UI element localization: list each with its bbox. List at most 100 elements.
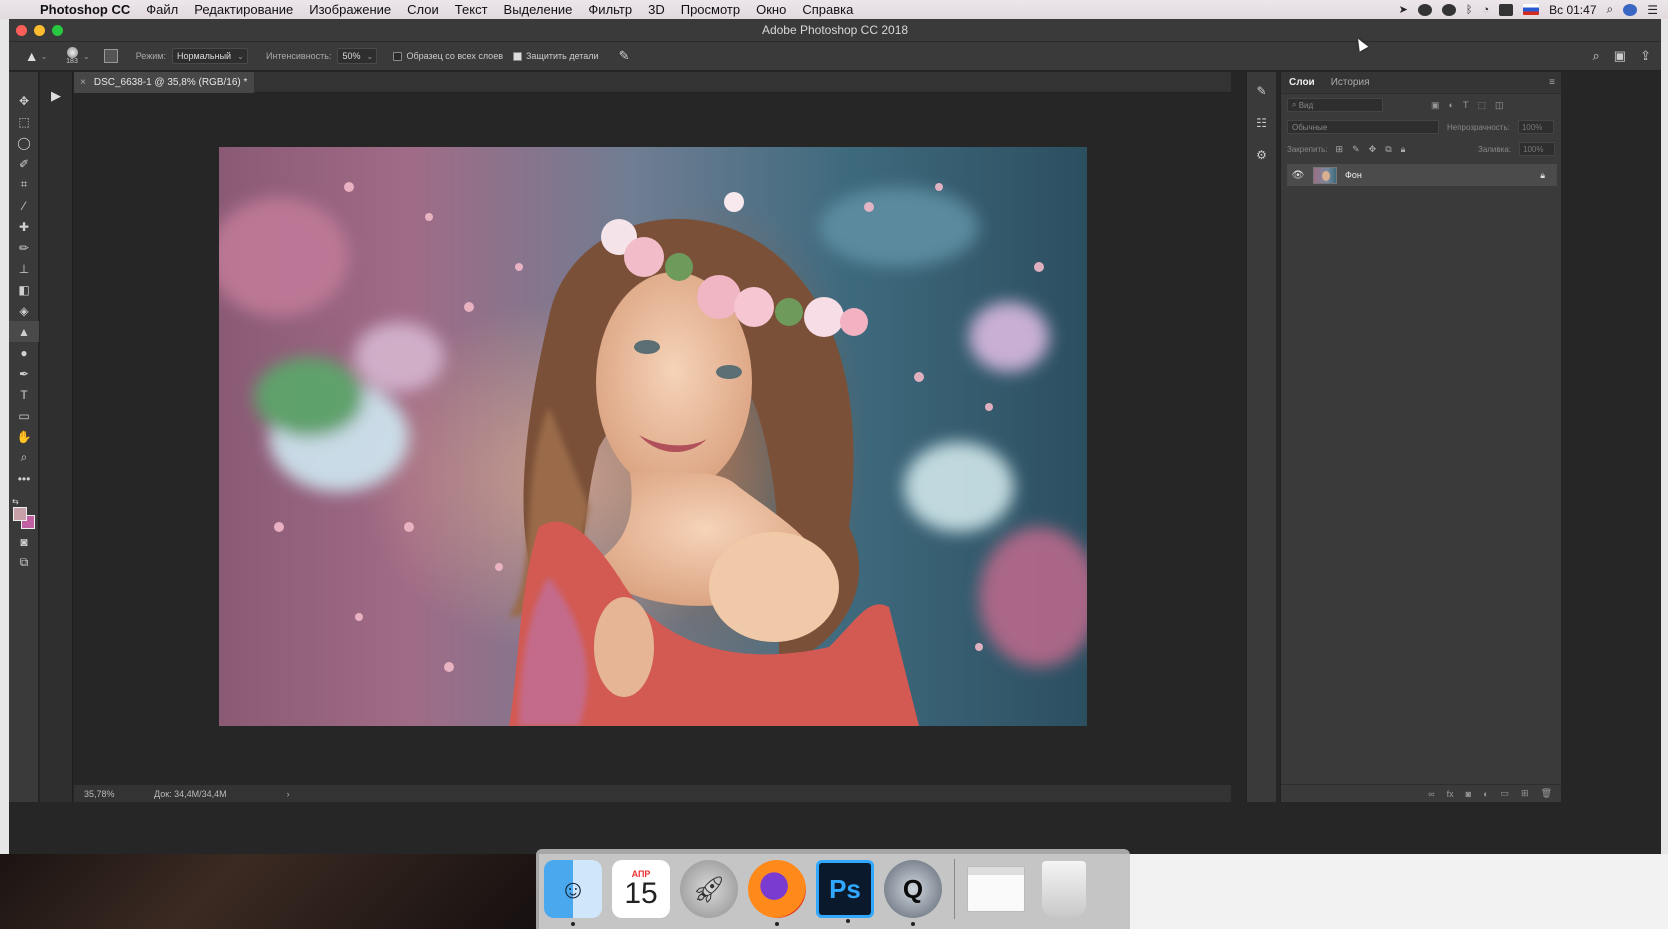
new-group-icon[interactable]: ▭	[1501, 788, 1510, 799]
layer-lock-icon[interactable]: 🔒︎	[1540, 170, 1545, 181]
filter-pixel-icon[interactable]: ▣	[1431, 100, 1440, 111]
search-icon[interactable]: ⌕	[1593, 48, 1600, 64]
quick-mask-icon[interactable]: ◙	[9, 531, 39, 552]
lock-transparent-icon[interactable]: ⊞	[1336, 144, 1344, 155]
rectangle-tool-icon[interactable]: ▭	[9, 405, 39, 426]
zoom-level[interactable]: 35,78%	[84, 789, 154, 799]
properties-panel-icon[interactable]: ⚙	[1247, 142, 1276, 168]
healing-brush-tool-icon[interactable]: ✚	[9, 216, 39, 237]
input-language-flag-icon[interactable]	[1523, 4, 1540, 15]
move-tool-icon[interactable]: ✥	[9, 90, 39, 111]
spotlight-search-icon[interactable]: ⌕	[1607, 2, 1614, 17]
lock-artboard-icon[interactable]: ⧉	[1385, 144, 1391, 155]
pressure-icon[interactable]: ✎	[619, 48, 630, 64]
sample-all-layers-checkbox[interactable]: Образец со всех слоев	[393, 51, 503, 61]
menu-window[interactable]: Окно	[748, 2, 794, 17]
new-adjustment-layer-icon[interactable]: ◐	[1483, 789, 1488, 799]
menu-layers[interactable]: Слои	[399, 2, 447, 17]
visibility-eye-icon[interactable]: 👁︎	[1287, 170, 1309, 181]
brush-tool-icon[interactable]: ✏	[9, 237, 39, 258]
airplay-icon[interactable]	[1499, 3, 1514, 16]
clone-stamp-tool-icon[interactable]: ⊥	[9, 258, 39, 279]
layer-kind-filter[interactable]: ⌕ Вид	[1287, 98, 1383, 112]
notification-center-icon[interactable]: ☰	[1647, 3, 1658, 17]
screen-mode-icon[interactable]: ⧉	[9, 552, 39, 573]
canvas-area[interactable]	[74, 93, 1231, 785]
close-window-button[interactable]	[16, 25, 27, 36]
lock-all-icon[interactable]: 🔒︎	[1401, 144, 1406, 155]
filter-type-icon[interactable]: T	[1463, 100, 1469, 111]
brush-settings-toggle-icon[interactable]	[103, 49, 118, 63]
status-menu-chevron-icon[interactable]: ›	[287, 789, 290, 799]
adjustments-panel-icon[interactable]: ☷	[1247, 110, 1276, 136]
document-tab[interactable]: × DSC_6638-1 @ 35,8% (RGB/16) *	[74, 72, 254, 93]
delete-layer-icon[interactable]: 🗑︎	[1541, 788, 1552, 799]
zoom-tool-icon[interactable]: ⌕	[9, 447, 39, 468]
document-info[interactable]: Док: 34,4M/34,4M	[154, 789, 227, 799]
filter-smart-object-icon[interactable]: ◫	[1495, 100, 1504, 111]
menu-file[interactable]: Файл	[138, 2, 186, 17]
sharpen-tool-icon[interactable]: ▲	[9, 321, 39, 342]
quicktime-icon[interactable]: Q	[884, 860, 942, 926]
protect-detail-checkbox[interactable]: Защитить детали	[512, 51, 599, 61]
trash-icon[interactable]	[1035, 860, 1093, 918]
menu-edit[interactable]: Редактирование	[186, 2, 301, 17]
intensity-select[interactable]: 50% ⌄	[337, 48, 378, 64]
photoshop-dock-icon[interactable]: Ps	[816, 860, 874, 923]
calendar-icon[interactable]: АПР 15	[612, 860, 670, 918]
menu-image[interactable]: Изображение	[301, 2, 399, 17]
document-photo[interactable]	[219, 147, 1087, 726]
wifi-icon[interactable]: ◔	[1482, 4, 1489, 16]
paint-bucket-tool-icon[interactable]: ◈	[9, 300, 39, 321]
menu-view[interactable]: Просмотр	[673, 2, 748, 17]
lock-position-icon[interactable]: ✥	[1369, 144, 1377, 155]
eraser-tool-icon[interactable]: ◧	[9, 279, 39, 300]
workspace-icon[interactable]: ▣	[1614, 48, 1626, 64]
filter-shape-icon[interactable]: ⬚	[1477, 100, 1486, 111]
record-icon[interactable]	[1417, 3, 1432, 16]
menu-help[interactable]: Справка	[794, 2, 861, 17]
layer-style-fx-icon[interactable]: fx	[1447, 789, 1454, 799]
panel-menu-icon[interactable]: ≡	[1549, 77, 1555, 88]
creative-cloud-icon[interactable]	[1441, 3, 1456, 16]
dodge-tool-icon[interactable]: ●	[9, 342, 39, 363]
user-avatar-icon[interactable]	[1623, 3, 1638, 16]
blend-mode-select[interactable]: Обычные	[1287, 120, 1439, 134]
brush-picker-chevron-icon[interactable]: ⌄	[83, 52, 90, 61]
firefox-icon[interactable]	[748, 860, 806, 926]
layer-row[interactable]: 👁︎ Фон 🔒︎	[1287, 164, 1557, 186]
tab-layers[interactable]: Слои	[1281, 77, 1323, 88]
brush-preset-picker[interactable]: 183	[63, 47, 81, 65]
crop-tool-icon[interactable]: ⌗	[9, 174, 39, 195]
lasso-tool-icon[interactable]: ◯	[9, 132, 39, 153]
quick-selection-tool-icon[interactable]: ✐	[9, 153, 39, 174]
pen-tool-icon[interactable]: ✒	[9, 363, 39, 384]
lock-image-icon[interactable]: ✎	[1352, 144, 1360, 155]
clock[interactable]: Вс 01:47	[1549, 3, 1596, 17]
protect-detail-box[interactable]	[512, 51, 522, 61]
minimize-window-button[interactable]	[34, 25, 45, 36]
filter-adjustment-icon[interactable]: ◐	[1449, 100, 1454, 111]
menu-filter[interactable]: Фильтр	[580, 2, 640, 17]
menu-select[interactable]: Выделение	[496, 2, 581, 17]
finder-icon[interactable]: ☺	[544, 860, 602, 926]
hand-tool-icon[interactable]: ✋	[9, 426, 39, 447]
link-layers-icon[interactable]: ∞	[1428, 789, 1434, 799]
eyedropper-tool-icon[interactable]: ⁄	[9, 195, 39, 216]
sharpen-tool-preset-icon[interactable]: ▲ ⌄	[23, 46, 49, 66]
mode-select[interactable]: Нормальный ⌄	[171, 48, 248, 64]
location-icon[interactable]: ➤	[1399, 3, 1408, 16]
maximize-window-button[interactable]	[52, 25, 63, 36]
swap-colors-icon[interactable]: ⇆	[12, 497, 19, 506]
minimized-window-preview[interactable]	[967, 860, 1025, 918]
add-mask-icon[interactable]: ◙	[1466, 789, 1471, 799]
opacity-input[interactable]: 100%	[1517, 120, 1554, 134]
type-tool-icon[interactable]: T	[9, 384, 39, 405]
close-tab-icon[interactable]: ×	[80, 77, 86, 88]
sample-all-layers-box[interactable]	[393, 51, 403, 61]
fill-input[interactable]: 100%	[1519, 142, 1555, 156]
new-layer-icon[interactable]: ⊞	[1521, 788, 1529, 799]
more-tools-icon[interactable]: •••	[9, 468, 39, 489]
menu-app-name[interactable]: Photoshop CC	[32, 2, 138, 17]
menu-3d[interactable]: 3D	[640, 2, 673, 17]
